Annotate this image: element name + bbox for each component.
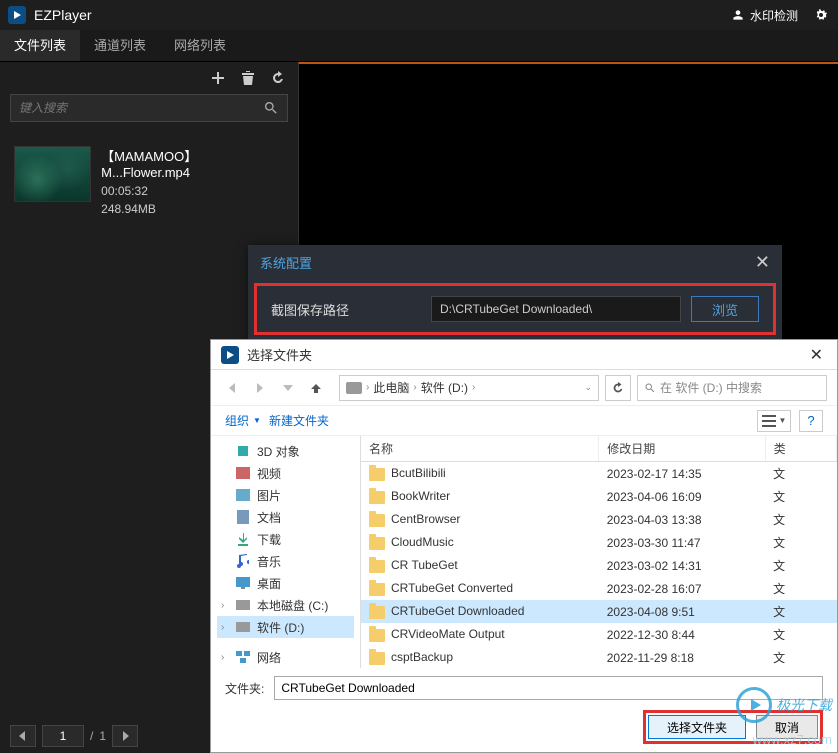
tree-desktop[interactable]: 桌面: [217, 572, 354, 594]
table-row[interactable]: csptBackup2022-11-29 8:18文: [361, 646, 837, 668]
page-prev-button[interactable]: [10, 725, 36, 747]
file-thumbnail: [14, 146, 91, 202]
dialog-app-icon: [221, 346, 239, 364]
page-next-button[interactable]: [112, 725, 138, 747]
dialog-title: 选择文件夹: [247, 345, 806, 364]
new-folder-button[interactable]: 新建文件夹: [269, 412, 329, 429]
nav-up-icon[interactable]: [305, 377, 327, 399]
table-row[interactable]: BcutBilibili2023-02-17 14:35文: [361, 462, 837, 486]
config-screenshot-row: 截图保存路径 浏览: [254, 283, 776, 335]
add-icon[interactable]: [208, 68, 228, 88]
table-row[interactable]: CR TubeGet2023-03-02 14:31文: [361, 554, 837, 577]
table-row[interactable]: BookWriter2023-04-06 16:09文: [361, 485, 837, 508]
user-button[interactable]: 水印检测: [731, 7, 798, 24]
folder-field-input[interactable]: [274, 676, 823, 700]
app-name: EZPlayer: [34, 7, 92, 23]
drive-icon: [346, 382, 362, 394]
table-row[interactable]: CRTubeGet Converted2023-02-28 16:07文: [361, 577, 837, 600]
page-total: 1: [99, 729, 106, 743]
screenshot-path-label: 截图保存路径: [271, 300, 421, 319]
table-row[interactable]: CloudMusic2023-03-30 11:47文: [361, 531, 837, 554]
delete-icon[interactable]: [238, 68, 258, 88]
browse-button[interactable]: 浏览: [691, 296, 759, 322]
table-row[interactable]: CRVideoMate Output2022-12-30 8:44文: [361, 623, 837, 646]
screenshot-path-input[interactable]: [431, 296, 681, 322]
folder-list[interactable]: 名称 修改日期 类 BcutBilibili2023-02-17 14:35文B…: [361, 436, 837, 668]
path-pc[interactable]: 此电脑: [373, 379, 409, 396]
dialog-search-box[interactable]: 在 软件 (D:) 中搜索: [637, 375, 827, 401]
tree-downloads[interactable]: 下载: [217, 528, 354, 550]
tab-network-list[interactable]: 网络列表: [160, 30, 240, 61]
folder-field-label: 文件夹:: [225, 680, 264, 697]
user-label: 水印检测: [750, 7, 798, 24]
view-mode-button[interactable]: ▼: [757, 410, 791, 432]
col-date[interactable]: 修改日期: [599, 436, 765, 462]
organize-button[interactable]: 组织▼: [225, 412, 261, 429]
dialog-close-icon[interactable]: ✕: [806, 345, 827, 365]
table-row[interactable]: CRTubeGet Downloaded2023-04-08 9:51文: [361, 600, 837, 623]
col-name[interactable]: 名称: [361, 436, 599, 462]
tree-disk-c[interactable]: ›本地磁盘 (C:): [217, 594, 354, 616]
config-title: 系统配置: [260, 253, 312, 272]
tree-3d-objects[interactable]: 3D 对象: [217, 440, 354, 462]
tree-music[interactable]: 音乐: [217, 550, 354, 572]
tree-pictures[interactable]: 图片: [217, 484, 354, 506]
close-icon[interactable]: ✕: [755, 252, 770, 273]
nav-refresh-icon[interactable]: [605, 375, 631, 401]
path-bar[interactable]: › 此电脑 › 软件 (D:) › ⌄: [339, 375, 599, 401]
file-item[interactable]: 【MAMAMOO】M...Flower.mp4 00:05:32 248.94M…: [10, 140, 288, 222]
tree-disk-d[interactable]: ›软件 (D:): [217, 616, 354, 638]
folder-dialog: 选择文件夹 ✕ › 此电脑 › 软件 (D:) › ⌄ 在 软件 (D:) 中搜…: [210, 339, 838, 753]
refresh-icon[interactable]: [268, 68, 288, 88]
tab-file-list[interactable]: 文件列表: [0, 30, 80, 61]
app-logo: [8, 6, 26, 24]
file-duration: 00:05:32: [101, 184, 284, 198]
nav-back-icon[interactable]: [221, 377, 243, 399]
file-size: 248.94MB: [101, 202, 284, 216]
path-drive[interactable]: 软件 (D:): [421, 379, 468, 396]
page-current-input[interactable]: [42, 725, 84, 747]
tab-channel-list[interactable]: 通道列表: [80, 30, 160, 61]
folder-tree[interactable]: 3D 对象 视频 图片 文档 下载 音乐 桌面 ›本地磁盘 (C:) ›软件 (…: [211, 436, 361, 668]
settings-icon[interactable]: [812, 6, 830, 24]
help-button[interactable]: ?: [799, 410, 823, 432]
cancel-button[interactable]: 取消: [756, 715, 818, 739]
tree-network[interactable]: ›网络: [217, 646, 354, 668]
dialog-search-placeholder: 在 软件 (D:) 中搜索: [660, 379, 762, 396]
select-folder-button[interactable]: 选择文件夹: [648, 715, 746, 739]
table-row[interactable]: CentBrowser2023-04-03 13:38文: [361, 508, 837, 531]
page-separator: /: [90, 729, 93, 743]
search-input[interactable]: [19, 101, 263, 115]
nav-forward-icon[interactable]: [249, 377, 271, 399]
tabs-row: 文件列表 通道列表 网络列表: [0, 30, 838, 62]
tree-documents[interactable]: 文档: [217, 506, 354, 528]
col-type[interactable]: 类: [765, 436, 836, 462]
search-box[interactable]: [10, 94, 288, 122]
tree-video[interactable]: 视频: [217, 462, 354, 484]
file-name: 【MAMAMOO】M...Flower.mp4: [101, 146, 284, 180]
search-icon: [263, 100, 279, 116]
nav-recent-icon[interactable]: [277, 377, 299, 399]
action-buttons-highlight: 选择文件夹 取消: [643, 710, 823, 744]
